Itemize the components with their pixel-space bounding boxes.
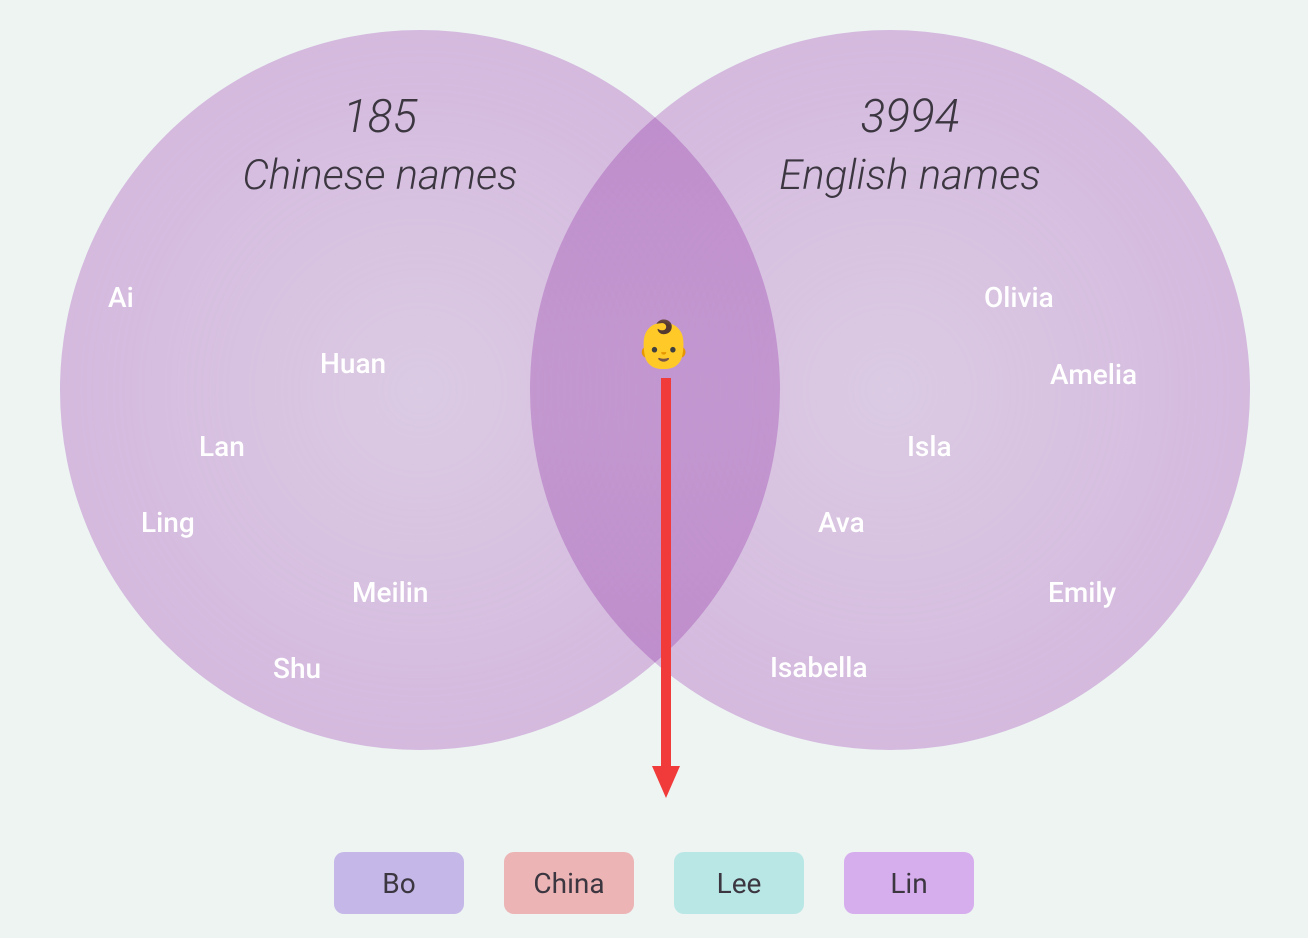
right-name-item: Isla (907, 430, 952, 463)
left-name-item: Huan (320, 347, 386, 380)
right-set-label: English names (720, 148, 1100, 205)
right-set-title: 3994 English names (720, 86, 1100, 205)
baby-emoji-icon: 👶 (635, 322, 692, 368)
results-row: Bo China Lee Lin (0, 852, 1308, 914)
right-name-item: Emily (1048, 576, 1116, 609)
result-chip[interactable]: Lin (844, 852, 974, 914)
left-set-title: 185 Chinese names (190, 86, 570, 205)
right-name-item: Amelia (1050, 358, 1137, 391)
right-name-item: Isabella (770, 651, 868, 684)
left-name-item: Lan (199, 430, 245, 463)
venn-diagram: 185 Chinese names 3994 English names Ai H… (0, 0, 1308, 938)
left-name-item: Ling (141, 506, 195, 539)
right-name-item: Olivia (984, 281, 1054, 314)
left-name-item: Meilin (352, 576, 428, 609)
left-name-item: Ai (108, 281, 134, 314)
right-set-count: 3994 (720, 86, 1100, 148)
arrow-down-icon (652, 378, 680, 798)
result-chip[interactable]: China (504, 852, 634, 914)
left-set-label: Chinese names (190, 148, 570, 205)
left-name-item: Shu (273, 652, 321, 685)
result-chip[interactable]: Bo (334, 852, 464, 914)
right-name-item: Ava (818, 506, 865, 539)
left-set-count: 185 (190, 86, 570, 148)
result-chip[interactable]: Lee (674, 852, 804, 914)
